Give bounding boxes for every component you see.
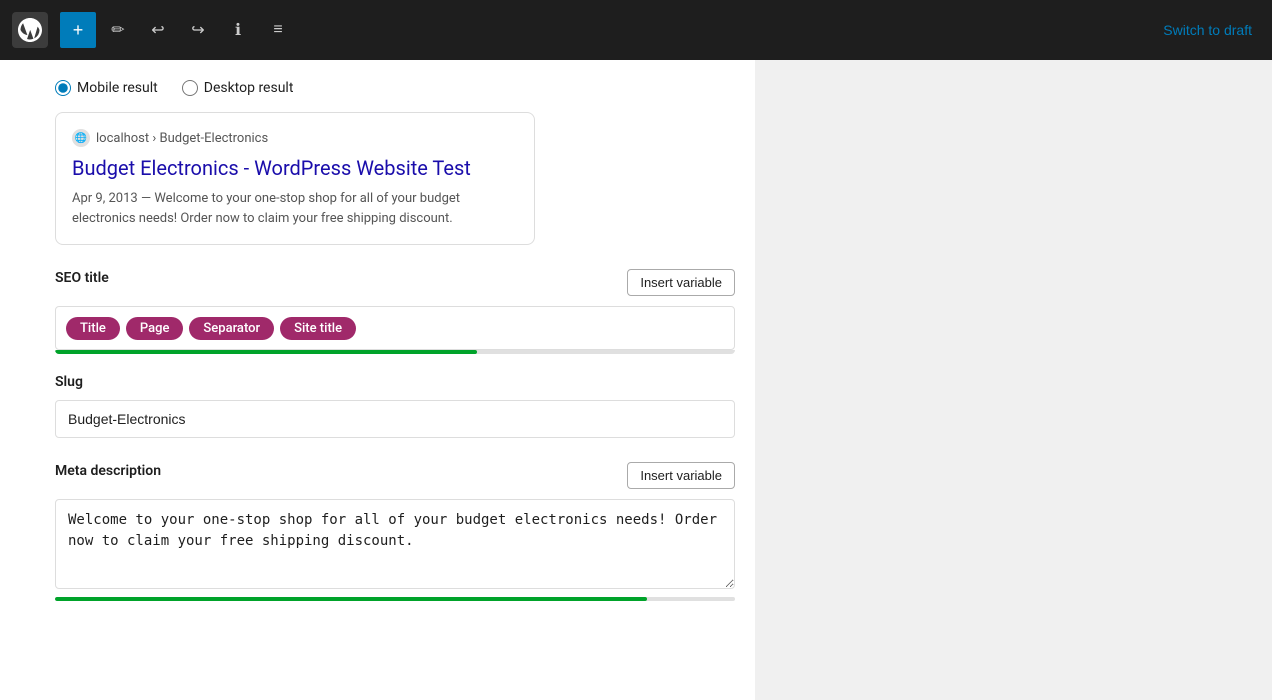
seo-tag-page[interactable]: Page bbox=[126, 317, 184, 340]
desktop-result-radio[interactable] bbox=[182, 80, 198, 96]
seo-title-section: SEO title Insert variable Title Page Sep… bbox=[55, 269, 735, 354]
pencil-icon: ✏ bbox=[111, 20, 124, 40]
seo-title-label: SEO title bbox=[55, 270, 109, 286]
meta-description-textarea[interactable]: Welcome to your one-stop shop for all of… bbox=[55, 499, 735, 589]
desktop-result-option[interactable]: Desktop result bbox=[182, 80, 294, 96]
search-preview-card: 🌐 localhost › Budget-Electronics Budget … bbox=[55, 112, 535, 245]
slug-label: Slug bbox=[55, 374, 735, 390]
search-result-date: Apr 9, 2013 bbox=[72, 191, 138, 206]
editor-panel: Mobile result Desktop result 🌐 localhost… bbox=[0, 60, 755, 700]
seo-title-header: SEO title Insert variable bbox=[55, 269, 735, 296]
seo-title-progress-container bbox=[55, 350, 735, 354]
meta-description-progress-container bbox=[55, 597, 735, 601]
search-result-title: Budget Electronics - WordPress Website T… bbox=[72, 155, 518, 181]
seo-title-progress-bar bbox=[55, 350, 477, 354]
seo-tag-title[interactable]: Title bbox=[66, 317, 120, 340]
right-panel bbox=[755, 60, 1272, 700]
main-content: Mobile result Desktop result 🌐 localhost… bbox=[0, 60, 1272, 700]
slug-section: Slug bbox=[55, 374, 735, 438]
menu-button[interactable]: ≡ bbox=[260, 12, 296, 48]
breadcrumb-text: localhost › Budget-Electronics bbox=[96, 131, 268, 146]
wp-logo-icon bbox=[18, 18, 42, 42]
switch-draft-button[interactable]: Switch to draft bbox=[1163, 22, 1252, 38]
redo-button[interactable]: ↪ bbox=[180, 12, 216, 48]
search-result-meta: Apr 9, 2013 — Welcome to your one-stop s… bbox=[72, 189, 518, 228]
mobile-result-label: Mobile result bbox=[77, 80, 158, 96]
seo-tag-separator[interactable]: Separator bbox=[189, 317, 274, 340]
meta-description-header: Meta description Insert variable bbox=[55, 462, 735, 489]
info-button[interactable]: ℹ bbox=[220, 12, 256, 48]
meta-description-section: Meta description Insert variable Welcome… bbox=[55, 462, 735, 601]
mobile-result-radio[interactable] bbox=[55, 80, 71, 96]
meta-description-progress-bar bbox=[55, 597, 647, 601]
undo-button[interactable]: ↩ bbox=[140, 12, 176, 48]
info-icon: ℹ bbox=[235, 20, 241, 40]
meta-description-label: Meta description bbox=[55, 463, 161, 479]
seo-title-field[interactable]: Title Page Separator Site title bbox=[55, 306, 735, 350]
undo-icon: ↩ bbox=[151, 20, 164, 40]
slug-input[interactable] bbox=[55, 400, 735, 438]
add-button[interactable]: + bbox=[60, 12, 96, 48]
result-type-selector: Mobile result Desktop result bbox=[55, 80, 735, 96]
toolbar: + ✏ ↩ ↪ ℹ ≡ Switch to draft bbox=[0, 0, 1272, 60]
site-icon: 🌐 bbox=[72, 129, 90, 147]
seo-insert-variable-button[interactable]: Insert variable bbox=[627, 269, 735, 296]
menu-icon: ≡ bbox=[273, 21, 282, 39]
mobile-result-option[interactable]: Mobile result bbox=[55, 80, 158, 96]
meta-insert-variable-button[interactable]: Insert variable bbox=[627, 462, 735, 489]
edit-button[interactable]: ✏ bbox=[100, 12, 136, 48]
search-breadcrumb: 🌐 localhost › Budget-Electronics bbox=[72, 129, 518, 147]
redo-icon: ↪ bbox=[191, 20, 204, 40]
wp-logo bbox=[12, 12, 48, 48]
seo-tag-site-title[interactable]: Site title bbox=[280, 317, 356, 340]
desktop-result-label: Desktop result bbox=[204, 80, 294, 96]
add-icon: + bbox=[73, 20, 84, 41]
search-result-separator: — bbox=[141, 191, 154, 206]
